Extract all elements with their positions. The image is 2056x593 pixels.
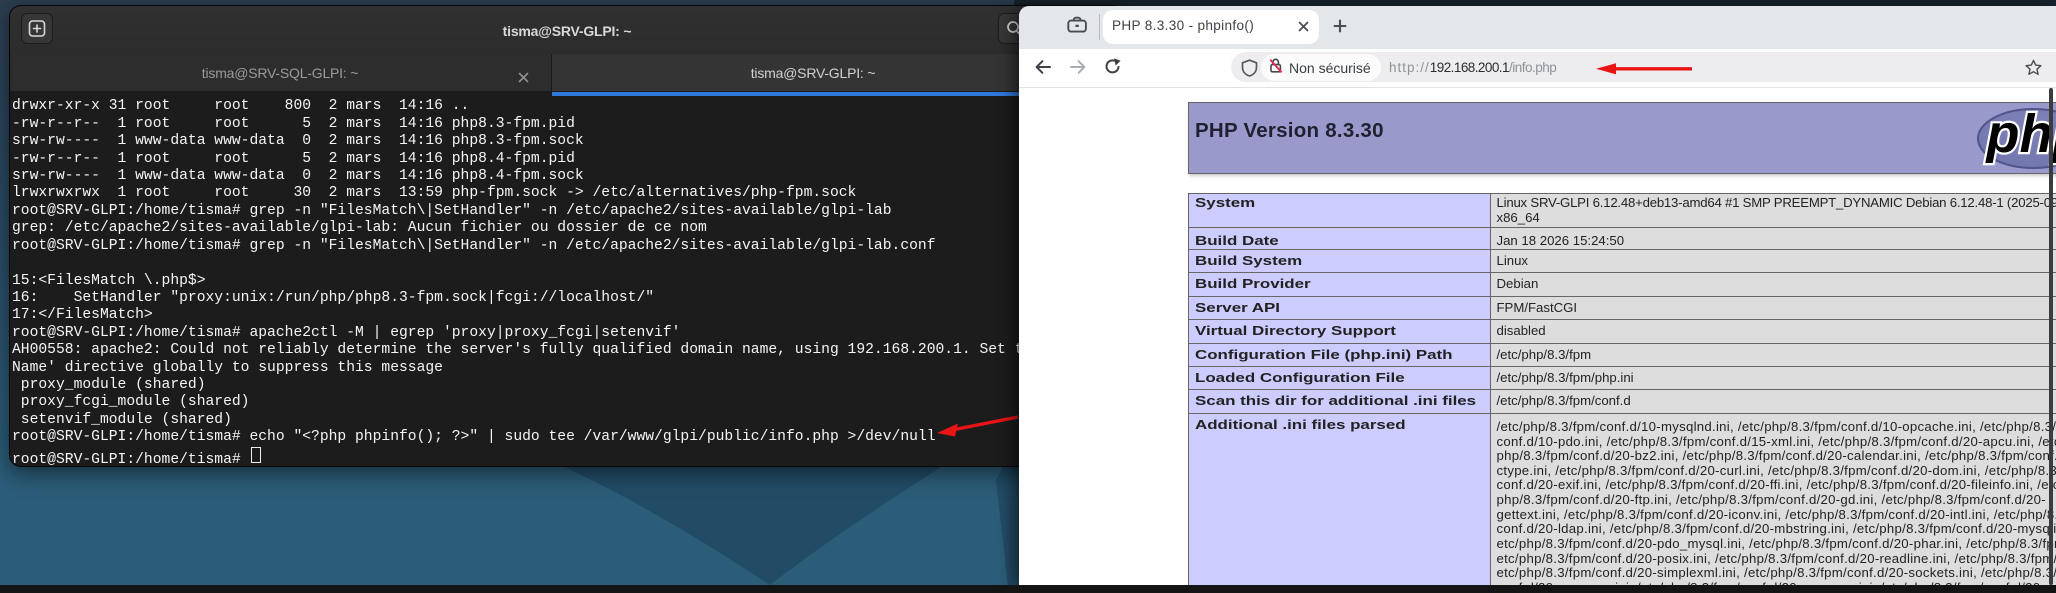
svg-text:php: php bbox=[1985, 108, 2056, 164]
